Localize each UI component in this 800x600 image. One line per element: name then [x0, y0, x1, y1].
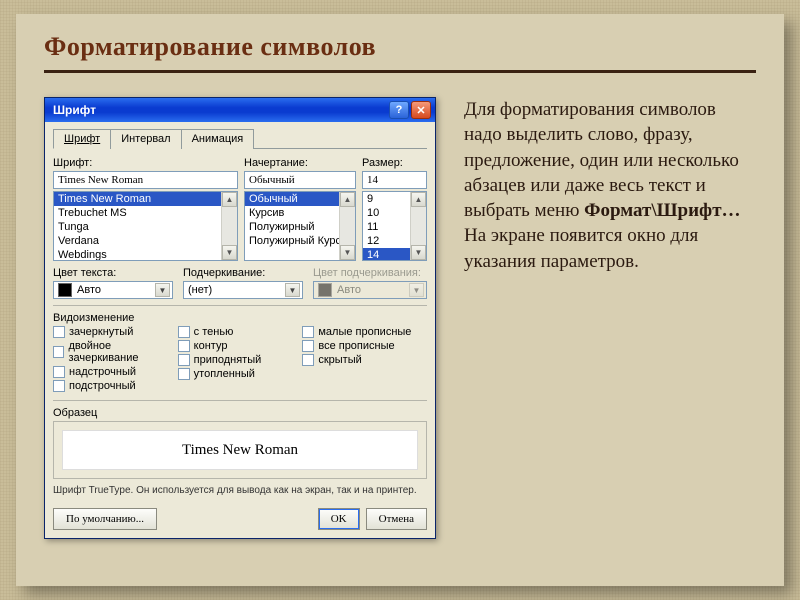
tab-font[interactable]: Шрифт: [53, 129, 111, 149]
font-input[interactable]: [53, 171, 238, 189]
sample-preview: Times New Roman: [53, 421, 427, 479]
scroll-down-icon[interactable]: ▼: [222, 245, 237, 260]
scroll-up-icon[interactable]: ▲: [222, 192, 237, 207]
sample-label: Образец: [53, 407, 427, 419]
divider: [53, 305, 427, 306]
scroll-up-icon[interactable]: ▲: [340, 192, 355, 207]
scroll-down-icon[interactable]: ▼: [411, 245, 426, 260]
text-color-value: Авто: [77, 284, 101, 296]
effects-grid: зачеркнутый двойное зачеркивание надстро…: [53, 326, 427, 392]
body-text-suffix: На экране появится окно для указания пар…: [464, 225, 698, 271]
dialog-title: Шрифт: [53, 103, 96, 117]
text-color-select[interactable]: Авто ▼: [53, 281, 173, 299]
effect-checkbox[interactable]: все прописные: [302, 340, 427, 352]
chevron-down-icon: ▼: [409, 283, 424, 297]
label-font: Шрифт:: [53, 157, 238, 169]
scrollbar[interactable]: ▲ ▼: [221, 192, 237, 260]
sample-text: Times New Roman: [62, 430, 418, 470]
effect-checkbox[interactable]: контур: [178, 340, 303, 352]
style-listbox[interactable]: Обычный Курсив Полужирный Полужирный Кур…: [244, 191, 356, 261]
scrollbar[interactable]: ▲ ▼: [339, 192, 355, 260]
effect-checkbox[interactable]: подстрочный: [53, 380, 178, 392]
effect-checkbox[interactable]: надстрочный: [53, 366, 178, 378]
scroll-up-icon[interactable]: ▲: [411, 192, 426, 207]
effect-checkbox[interactable]: приподнятый: [178, 354, 303, 366]
underline-color-select: Авто ▼: [313, 281, 427, 299]
font-option[interactable]: Verdana: [54, 234, 237, 248]
label-text-color: Цвет текста:: [53, 267, 173, 279]
chevron-down-icon: ▼: [155, 283, 170, 297]
effects-label: Видоизменение: [53, 312, 427, 324]
font-hint: Шрифт TrueType. Он используется для выво…: [53, 485, 427, 498]
effect-checkbox[interactable]: малые прописные: [302, 326, 427, 338]
size-input[interactable]: [362, 171, 427, 189]
help-button[interactable]: ?: [389, 101, 409, 119]
size-listbox[interactable]: 9 10 11 12 14 ▲ ▼: [362, 191, 427, 261]
color-swatch-icon: [58, 283, 72, 297]
slide-title: Форматирование символов: [44, 32, 756, 72]
dialog-titlebar[interactable]: Шрифт ? ✕: [45, 98, 435, 122]
slide: Форматирование символов Шрифт ? ✕ Шрифт …: [16, 14, 784, 586]
label-size: Размер:: [362, 157, 427, 169]
font-listbox[interactable]: Times New Roman Trebuchet MS Tunga Verda…: [53, 191, 238, 261]
underline-select[interactable]: (нет) ▼: [183, 281, 303, 299]
underline-value: (нет): [188, 284, 212, 296]
scroll-down-icon[interactable]: ▼: [340, 245, 355, 260]
chevron-down-icon: ▼: [285, 283, 300, 297]
ok-button[interactable]: OK: [318, 508, 360, 530]
style-input[interactable]: [244, 171, 356, 189]
scrollbar[interactable]: ▲ ▼: [410, 192, 426, 260]
effect-checkbox[interactable]: утопленный: [178, 368, 303, 380]
effect-checkbox[interactable]: зачеркнутый: [53, 326, 178, 338]
font-option[interactable]: Tunga: [54, 220, 237, 234]
cancel-button[interactable]: Отмена: [366, 508, 427, 530]
dialog-body: Шрифт Интервал Анимация Шрифт: Times New…: [45, 122, 435, 538]
underline-color-value: Авто: [337, 284, 361, 296]
title-rule: [44, 70, 756, 73]
effect-checkbox[interactable]: двойное зачеркивание: [53, 340, 178, 364]
default-button[interactable]: По умолчанию...: [53, 508, 157, 530]
label-underline-color: Цвет подчеркивания:: [313, 267, 427, 279]
divider: [53, 400, 427, 401]
tab-strip: Шрифт Интервал Анимация: [53, 128, 427, 149]
font-option[interactable]: Webdings: [54, 248, 237, 261]
close-button[interactable]: ✕: [411, 101, 431, 119]
tab-animation[interactable]: Анимация: [181, 129, 255, 149]
label-underline: Подчеркивание:: [183, 267, 303, 279]
label-style: Начертание:: [244, 157, 356, 169]
slide-content: Шрифт ? ✕ Шрифт Интервал Анимация Шрифт:: [44, 97, 756, 539]
effect-checkbox[interactable]: скрытый: [302, 354, 427, 366]
body-text-bold: Формат\Шрифт…: [584, 200, 740, 221]
color-swatch-icon: [318, 283, 332, 297]
slide-body: Для форматирования символов надо выделит…: [464, 97, 756, 539]
font-option[interactable]: Times New Roman: [54, 192, 237, 206]
font-dialog: Шрифт ? ✕ Шрифт Интервал Анимация Шрифт:: [44, 97, 436, 539]
effect-checkbox[interactable]: с тенью: [178, 326, 303, 338]
font-option[interactable]: Trebuchet MS: [54, 206, 237, 220]
tab-spacing[interactable]: Интервал: [110, 129, 181, 149]
